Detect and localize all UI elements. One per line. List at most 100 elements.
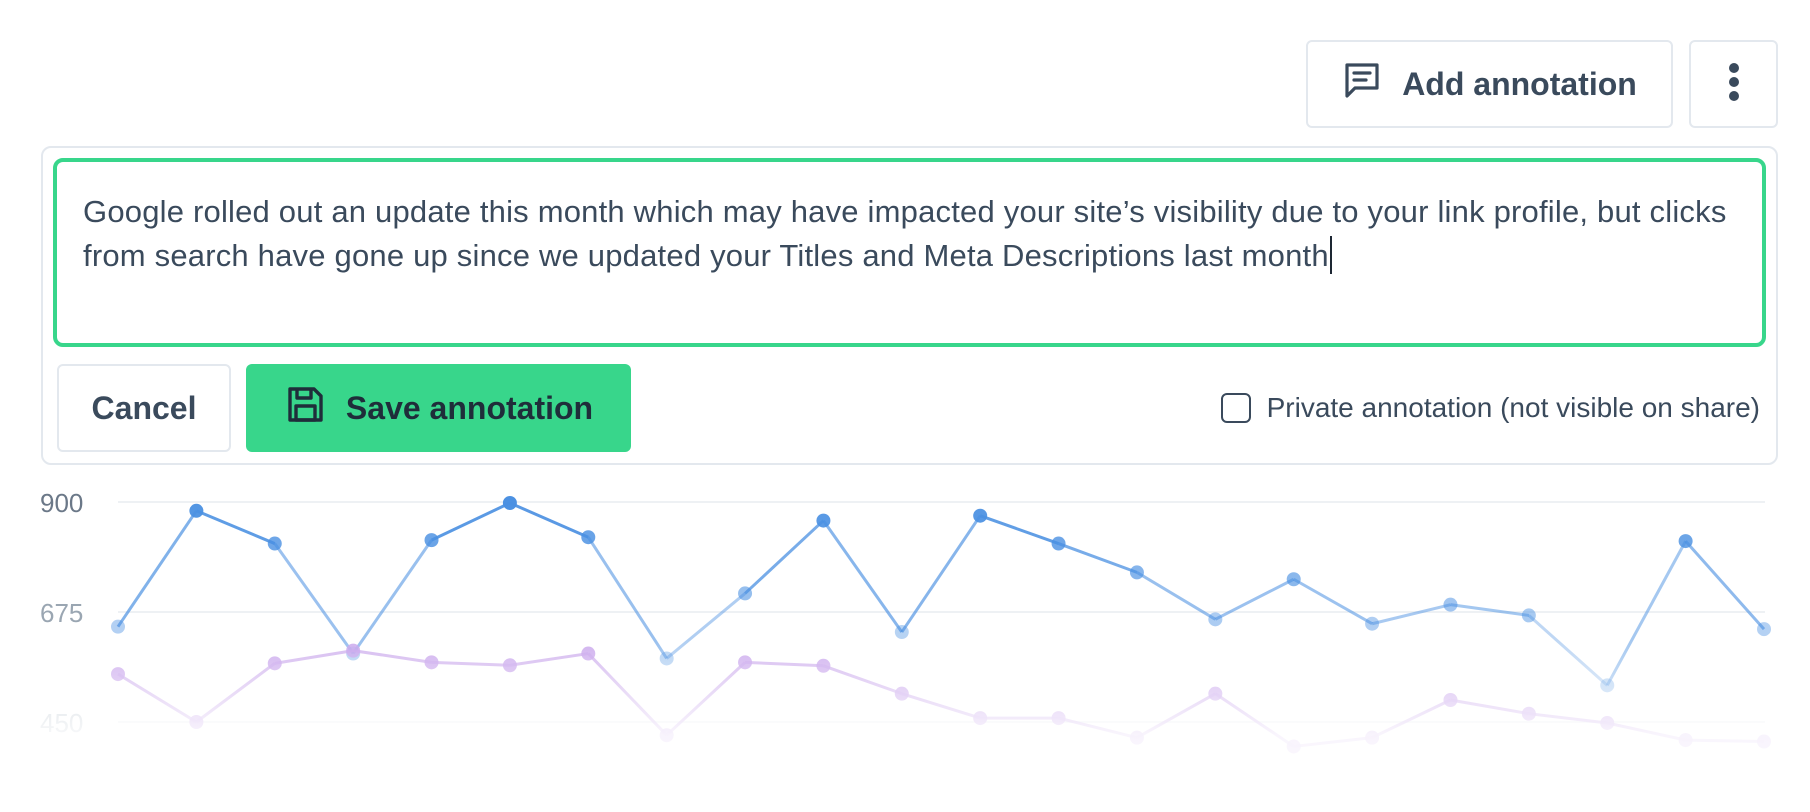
add-annotation-label: Add annotation xyxy=(1402,65,1637,102)
data-point[interactable] xyxy=(1208,686,1223,701)
y-tick-label: 900 xyxy=(40,488,83,518)
data-point[interactable] xyxy=(1286,739,1301,754)
series-line-segment xyxy=(1450,603,1530,617)
clicks-line-chart: 900 675 450 xyxy=(40,488,1771,754)
series-line-segment xyxy=(1214,692,1295,748)
data-point[interactable] xyxy=(111,619,125,634)
series-line-segment xyxy=(1527,614,1609,687)
series-line-segment xyxy=(195,662,276,724)
data-point[interactable] xyxy=(346,643,361,658)
data-point[interactable] xyxy=(1757,622,1771,637)
series-line-segment xyxy=(509,501,589,539)
data-point[interactable] xyxy=(973,508,988,523)
series-line-segment xyxy=(1136,692,1217,739)
data-point[interactable] xyxy=(1521,608,1536,623)
series-line-segment xyxy=(116,509,198,628)
series-line-segment xyxy=(1214,577,1295,621)
data-point[interactable] xyxy=(1757,734,1771,749)
data-point[interactable] xyxy=(502,495,517,510)
data-point[interactable] xyxy=(502,658,517,673)
more-options-button[interactable] xyxy=(1689,40,1778,128)
data-point[interactable] xyxy=(424,655,439,670)
data-point[interactable] xyxy=(1443,597,1458,612)
series-line-segment xyxy=(744,519,825,595)
series-line-segment xyxy=(822,519,904,633)
data-point[interactable] xyxy=(1051,536,1066,551)
save-icon xyxy=(284,383,326,433)
series-line-segment xyxy=(1605,540,1687,687)
series-line-segment xyxy=(901,692,981,720)
data-point[interactable] xyxy=(816,658,831,673)
data-point[interactable] xyxy=(189,503,204,518)
annotation-textarea[interactable]: Google rolled out an update this month w… xyxy=(53,158,1766,347)
data-point[interactable] xyxy=(189,715,204,729)
series-line-segment xyxy=(900,514,982,633)
data-point[interactable] xyxy=(1443,693,1458,707)
data-point[interactable] xyxy=(659,651,674,666)
data-point[interactable] xyxy=(894,686,909,701)
y-tick-label: 675 xyxy=(40,598,83,628)
series-line-segment xyxy=(822,664,903,696)
series-line-segment xyxy=(1606,721,1686,742)
data-point[interactable] xyxy=(1286,572,1301,587)
series-line-segment xyxy=(1371,698,1452,739)
series-line-segment xyxy=(351,539,433,655)
data-point[interactable] xyxy=(816,513,831,528)
data-point[interactable] xyxy=(1678,733,1693,748)
cancel-label: Cancel xyxy=(91,389,197,426)
data-point[interactable] xyxy=(1129,730,1144,745)
data-point[interactable] xyxy=(581,530,596,545)
series-line-segment xyxy=(1450,698,1530,716)
data-point[interactable] xyxy=(267,656,282,671)
cancel-button[interactable]: Cancel xyxy=(57,364,231,452)
series-line-segment xyxy=(744,660,824,668)
data-point[interactable] xyxy=(1129,565,1144,580)
series-line-segment xyxy=(1685,738,1765,744)
private-annotation-label: Private annotation (not visible on share… xyxy=(1266,392,1760,423)
series-line-segment xyxy=(431,660,510,667)
private-annotation-option[interactable]: Private annotation (not visible on share… xyxy=(1220,392,1760,424)
series-line-segment xyxy=(117,672,198,724)
series-line-segment xyxy=(1371,603,1451,626)
data-point[interactable] xyxy=(738,586,753,601)
series-line-segment xyxy=(430,501,511,542)
data-point[interactable] xyxy=(738,655,753,670)
series-line-segment xyxy=(1058,542,1138,574)
data-point[interactable] xyxy=(1678,534,1693,549)
add-annotation-button[interactable]: Add annotation xyxy=(1306,40,1673,128)
series-line-segment xyxy=(587,536,668,660)
data-point[interactable] xyxy=(894,625,909,640)
series-line-segment xyxy=(274,649,354,665)
annotation-text: Google rolled out an update this month w… xyxy=(83,194,1727,273)
annotation-toolbar: Add annotation xyxy=(1306,40,1778,128)
data-point[interactable] xyxy=(1051,711,1066,726)
series-line-segment xyxy=(1684,540,1766,631)
y-tick-label: 450 xyxy=(40,708,83,738)
data-point[interactable] xyxy=(1208,612,1223,627)
series-line-segment xyxy=(1293,736,1373,748)
series-line-segment xyxy=(665,592,747,660)
more-vertical-icon xyxy=(1727,62,1741,107)
annotation-editor: Google rolled out an update this month w… xyxy=(41,146,1778,465)
data-point[interactable] xyxy=(659,728,674,743)
series-line-segment xyxy=(509,652,589,667)
data-point[interactable] xyxy=(424,533,439,548)
series-line-segment xyxy=(665,661,747,737)
data-point[interactable] xyxy=(1365,616,1380,631)
save-annotation-button[interactable]: Save annotation xyxy=(246,364,631,452)
data-point[interactable] xyxy=(973,711,988,726)
private-annotation-checkbox[interactable] xyxy=(1220,393,1251,423)
data-point[interactable] xyxy=(267,536,282,551)
data-point[interactable] xyxy=(111,667,125,682)
data-point[interactable] xyxy=(1600,715,1615,730)
series-line-segment xyxy=(979,514,1060,545)
series-line-segment xyxy=(352,649,432,664)
data-point[interactable] xyxy=(581,646,596,661)
text-caret xyxy=(1329,236,1332,274)
series-line-segment xyxy=(195,509,276,545)
data-point[interactable] xyxy=(1600,678,1615,693)
series-line-segment xyxy=(273,542,355,655)
data-point[interactable] xyxy=(1521,706,1536,721)
data-point[interactable] xyxy=(1365,730,1380,745)
save-annotation-label: Save annotation xyxy=(345,389,594,426)
